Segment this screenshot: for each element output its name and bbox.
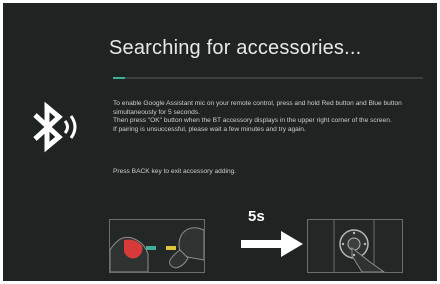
search-progress-fill: [113, 77, 126, 79]
remote-ok-button-illustration: [307, 219, 403, 273]
pairing-screen: Searching for accessories... To enable G…: [3, 3, 437, 281]
search-progress-bar: [113, 77, 423, 79]
instruction-line-3: If pairing is unsuccessful, please wait …: [113, 125, 306, 133]
instruction-line-1: To enable Google Assistant mic on your r…: [113, 100, 402, 116]
page-title: Searching for accessories...: [109, 37, 362, 59]
instruction-line-2: Then press "OK" button when the BT acces…: [113, 117, 392, 125]
back-key-hint: Press BACK key to exit accessory adding.: [113, 168, 237, 175]
remote-red-blue-buttons-illustration: [109, 219, 205, 273]
hold-duration-label: 5s: [248, 208, 265, 225]
instructions-text: To enable Google Assistant mic on your r…: [113, 100, 431, 134]
arrow-right-icon: [241, 231, 303, 257]
bluetooth-icon: [33, 101, 77, 153]
